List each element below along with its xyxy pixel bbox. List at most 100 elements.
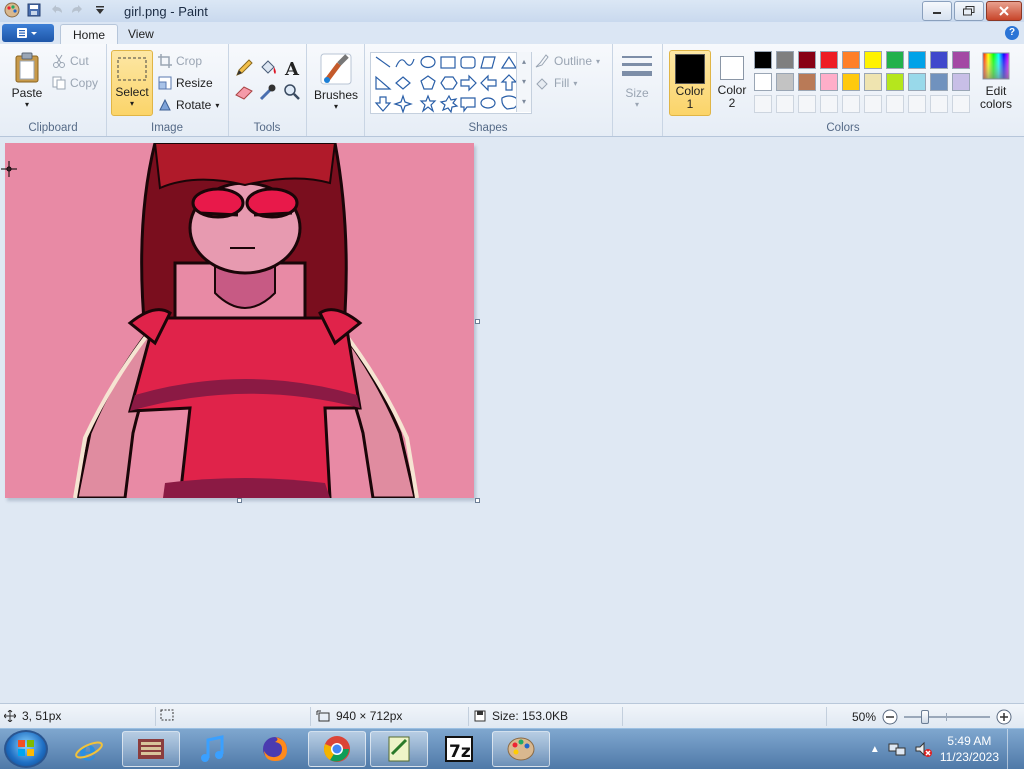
crop-button[interactable]: Crop bbox=[158, 51, 202, 71]
outline-label: Outline bbox=[554, 54, 593, 68]
paste-button[interactable]: Paste ▾ bbox=[8, 52, 46, 109]
taskbar-music-player[interactable] bbox=[184, 731, 242, 767]
paint-app-icon[interactable] bbox=[4, 2, 20, 18]
palette-custom-slot[interactable] bbox=[864, 95, 882, 113]
palette-swatch[interactable] bbox=[754, 51, 772, 69]
taskbar-app-1[interactable] bbox=[122, 731, 180, 767]
tab-view[interactable]: View bbox=[116, 24, 166, 44]
zoom-slider-thumb[interactable] bbox=[921, 710, 930, 724]
palette-swatch[interactable] bbox=[930, 73, 948, 91]
magnifier-tool[interactable] bbox=[282, 82, 302, 102]
palette-swatch[interactable] bbox=[798, 73, 816, 91]
fill-button[interactable]: Fill ▾ bbox=[534, 73, 577, 93]
palette-custom-slot[interactable] bbox=[908, 95, 926, 113]
palette-swatch[interactable] bbox=[952, 73, 970, 91]
taskbar-internet-explorer[interactable]: e bbox=[60, 731, 118, 767]
taskbar-chrome[interactable] bbox=[308, 731, 366, 767]
palette-custom-slot[interactable] bbox=[820, 95, 838, 113]
fill-tool[interactable] bbox=[258, 58, 278, 78]
minimize-button[interactable] bbox=[922, 1, 952, 21]
taskbar-notepad[interactable] bbox=[370, 731, 428, 767]
edit-colors-button[interactable]: Edit colors bbox=[976, 52, 1016, 110]
clock[interactable]: 5:49 AM 11/23/2023 bbox=[940, 733, 999, 765]
palette-swatch[interactable] bbox=[886, 73, 904, 91]
fill-icon bbox=[536, 78, 548, 90]
save-icon[interactable] bbox=[26, 2, 42, 18]
paint-menu-button[interactable] bbox=[2, 24, 54, 42]
palette-swatch[interactable] bbox=[952, 51, 970, 69]
pencil-tool[interactable] bbox=[234, 58, 254, 78]
show-hidden-icons[interactable]: ▲ bbox=[870, 744, 880, 755]
clock-date: 11/23/2023 bbox=[939, 750, 999, 764]
colors-group: Color 1 Color 2 Edit colors Colors bbox=[662, 44, 1024, 136]
palette-swatch[interactable] bbox=[754, 73, 772, 91]
palette-swatch[interactable] bbox=[842, 51, 860, 69]
brushes-group: Brushes ▾ bbox=[306, 44, 365, 136]
undo-icon[interactable] bbox=[48, 2, 64, 18]
palette-swatch[interactable] bbox=[908, 51, 926, 69]
drawing-canvas[interactable] bbox=[5, 143, 474, 498]
restore-button[interactable] bbox=[954, 1, 984, 21]
brush-icon bbox=[320, 53, 352, 85]
palette-custom-slot[interactable] bbox=[842, 95, 860, 113]
palette-swatch[interactable] bbox=[842, 73, 860, 91]
palette-swatch[interactable] bbox=[820, 51, 838, 69]
color2-button[interactable]: Color 2 bbox=[712, 50, 752, 114]
colors-group-label: Colors bbox=[826, 122, 860, 134]
canvas-workspace[interactable] bbox=[0, 137, 1024, 703]
select-button[interactable]: Select ▾ bbox=[111, 50, 153, 116]
image-group-label: Image bbox=[151, 122, 183, 134]
palette-swatch[interactable] bbox=[864, 73, 882, 91]
palette-custom-slot[interactable] bbox=[886, 95, 904, 113]
taskbar-firefox[interactable] bbox=[246, 731, 304, 767]
palette-custom-slot[interactable] bbox=[798, 95, 816, 113]
palette-swatch[interactable] bbox=[886, 51, 904, 69]
palette-swatch[interactable] bbox=[776, 73, 794, 91]
resize-handle-right[interactable] bbox=[475, 319, 480, 324]
text-tool[interactable]: A bbox=[282, 58, 302, 80]
shapes-gallery-icons bbox=[374, 55, 519, 114]
eraser-tool[interactable] bbox=[234, 82, 254, 102]
palette-swatch[interactable] bbox=[864, 51, 882, 69]
color-picker-tool[interactable] bbox=[258, 82, 278, 102]
color1-button[interactable]: Color 1 bbox=[669, 50, 711, 116]
redo-icon[interactable] bbox=[70, 2, 86, 18]
volume-muted-icon[interactable] bbox=[914, 740, 932, 758]
resize-handle-bottom[interactable] bbox=[237, 498, 242, 503]
zoom-slider[interactable] bbox=[904, 710, 991, 724]
fill-label: Fill bbox=[554, 76, 570, 90]
palette-custom-slot[interactable] bbox=[754, 95, 772, 113]
palette-swatch[interactable] bbox=[776, 51, 794, 69]
palette-swatch[interactable] bbox=[930, 51, 948, 69]
tools-group: A Tools bbox=[228, 44, 307, 136]
start-button[interactable] bbox=[4, 730, 48, 768]
zoom-in-icon[interactable] bbox=[996, 709, 1012, 725]
show-desktop-button[interactable] bbox=[1007, 729, 1018, 769]
zoom-out-icon[interactable] bbox=[882, 709, 898, 725]
resize-button[interactable]: Resize bbox=[158, 73, 213, 93]
palette-custom-slot[interactable] bbox=[952, 95, 970, 113]
help-icon[interactable]: ? bbox=[1005, 26, 1019, 40]
tab-home[interactable]: Home bbox=[60, 24, 119, 45]
taskbar-7zip[interactable]: 7z bbox=[430, 731, 488, 767]
cut-button[interactable]: Cut bbox=[52, 51, 89, 71]
resize-handle-corner[interactable] bbox=[475, 498, 480, 503]
palette-custom-slot[interactable] bbox=[930, 95, 948, 113]
taskbar-paint[interactable] bbox=[492, 731, 550, 767]
shapes-gallery[interactable] bbox=[370, 52, 532, 114]
size-button[interactable]: Size ▾ bbox=[618, 52, 656, 109]
rotate-button[interactable]: Rotate ▾ bbox=[158, 95, 219, 115]
pencil-icon bbox=[236, 59, 253, 76]
palette-custom-slot[interactable] bbox=[776, 95, 794, 113]
palette-swatch[interactable] bbox=[798, 51, 816, 69]
close-button[interactable] bbox=[986, 1, 1022, 21]
color1-swatch bbox=[675, 54, 705, 84]
customize-qat-icon[interactable] bbox=[92, 2, 108, 18]
outline-button[interactable]: Outline ▾ bbox=[534, 51, 600, 71]
palette-swatch[interactable] bbox=[820, 73, 838, 91]
network-icon[interactable] bbox=[888, 740, 906, 758]
shapes-scroll[interactable]: ▴ ▾ ▾ bbox=[516, 52, 531, 112]
palette-swatch[interactable] bbox=[908, 73, 926, 91]
brushes-button[interactable]: Brushes ▾ bbox=[314, 52, 358, 111]
copy-button[interactable]: Copy bbox=[52, 73, 98, 93]
